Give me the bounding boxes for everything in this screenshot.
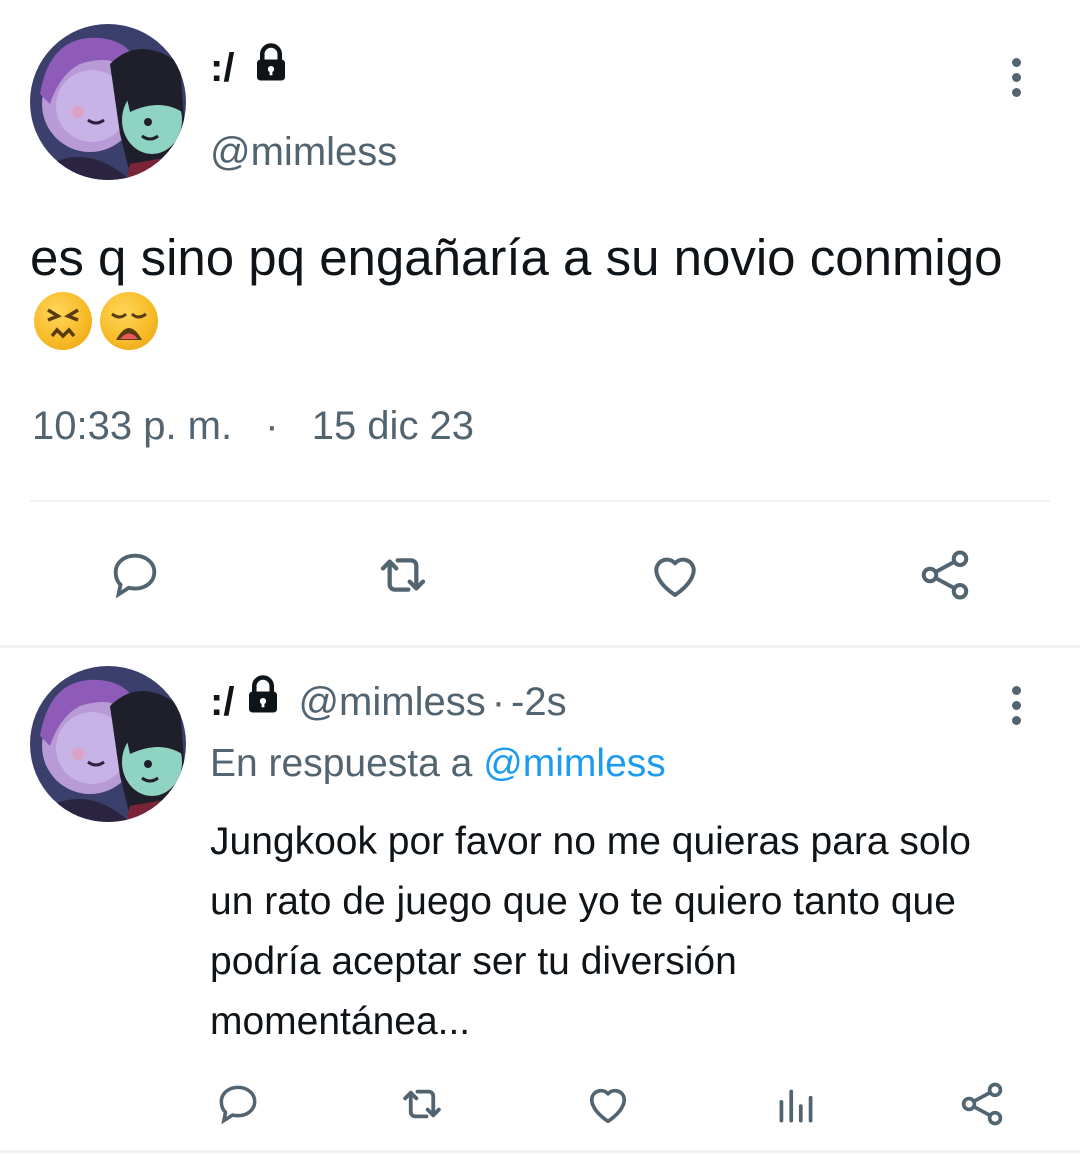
tweet-text-line: Jungkook por favor no me quieras para so…	[210, 820, 971, 863]
divider	[0, 1150, 1080, 1153]
confounded-face-icon	[34, 292, 92, 350]
avatar[interactable]	[30, 24, 186, 180]
divider	[30, 500, 1050, 502]
share-icon	[961, 1082, 1003, 1126]
tweet-text: Jungkook por favor no me quieras para so…	[210, 812, 971, 1052]
reply-prefix: En respuesta a	[210, 742, 473, 785]
weary-face-icon	[100, 292, 158, 350]
tweet-date: 15 dic 23	[311, 404, 475, 448]
reply-button[interactable]	[210, 1076, 266, 1132]
like-icon	[589, 1088, 627, 1124]
divider	[0, 645, 1080, 648]
share-button[interactable]	[954, 1076, 1010, 1132]
share-button[interactable]	[910, 540, 980, 610]
avatar-image	[30, 666, 186, 822]
handle[interactable]: @mimless	[210, 130, 397, 175]
handle[interactable]: @mimless	[298, 680, 485, 725]
reply-header: :/ @mimless · -2s	[210, 674, 567, 728]
tweet-age[interactable]: -2s	[511, 680, 567, 725]
lock-icon	[242, 674, 284, 726]
views-icon	[779, 1089, 813, 1123]
more-options-icon[interactable]	[1008, 58, 1024, 102]
reply-to-link[interactable]: @mimless	[483, 742, 666, 785]
views-button[interactable]	[768, 1076, 824, 1132]
more-options-icon[interactable]	[1008, 686, 1024, 730]
tweet-time: 10:33 p. m.	[32, 404, 233, 448]
tweet-text: es q sino pq engañaría a su novio conmig…	[30, 229, 1003, 286]
separator: ·	[491, 679, 506, 724]
reply-context: En respuesta a @mimless	[210, 742, 666, 786]
display-name[interactable]: :/	[210, 680, 234, 725]
like-icon	[654, 557, 696, 597]
tweet-text-line: momentánea...	[210, 1000, 471, 1043]
like-button[interactable]	[640, 540, 710, 610]
avatar[interactable]	[30, 666, 186, 822]
like-button[interactable]	[580, 1076, 636, 1132]
tweet-text-line: un rato de juego que yo te quiero tanto …	[210, 880, 956, 923]
share-icon	[921, 550, 969, 600]
retweet-button[interactable]	[368, 540, 438, 610]
retweet-icon	[403, 1089, 441, 1119]
reply-button[interactable]	[100, 540, 170, 610]
retweet-button[interactable]	[394, 1076, 450, 1132]
separator: ·	[265, 404, 279, 448]
lock-icon	[250, 42, 292, 89]
reply-icon	[113, 553, 157, 599]
reply-icon	[219, 1085, 257, 1125]
retweet-icon	[380, 558, 426, 592]
display-name[interactable]: :/	[210, 46, 234, 91]
tweet-timestamp[interactable]: 10:33 p. m. · 15 dic 23	[32, 404, 474, 449]
avatar-image	[30, 24, 186, 180]
tweet-text-line: podría aceptar ser tu diversión	[210, 940, 737, 983]
